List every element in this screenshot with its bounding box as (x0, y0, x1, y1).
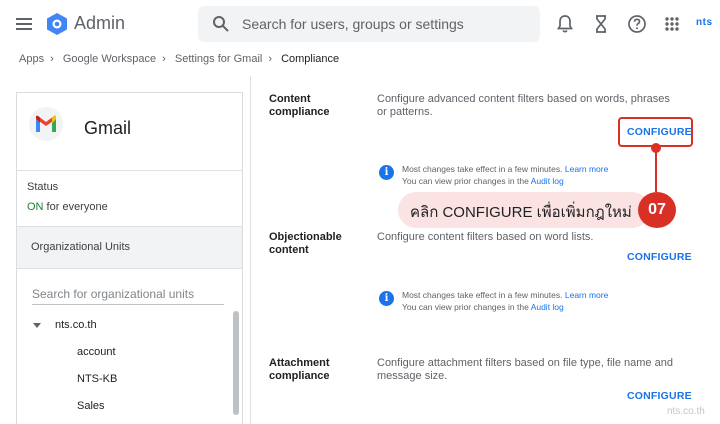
breadcrumb-item-workspace[interactable]: Google Workspace (63, 53, 156, 65)
configure-button-attachment-compliance[interactable]: CONFIGURE (627, 390, 692, 402)
step-number-badge: 07 (638, 192, 676, 228)
org-tree-root[interactable]: nts.co.th (55, 319, 97, 331)
info-message: Most changes take effect in a few minute… (402, 163, 608, 187)
org-units-header: Organizational Units (17, 226, 242, 269)
app-sidebar-card: Gmail Status ON for everyone Organizatio… (16, 92, 243, 424)
search-bar[interactable]: Search for users, groups or settings (198, 6, 540, 42)
configure-button-objectionable-content[interactable]: CONFIGURE (627, 251, 692, 263)
app-header: Gmail (17, 93, 242, 171)
learn-more-link[interactable]: Learn more (565, 164, 608, 174)
callout-text: คลิก CONFIGURE เพื่อเพิ่มกฎใหม่ (410, 204, 632, 221)
apps-grid-icon[interactable] (661, 13, 683, 35)
breadcrumb: Apps › Google Workspace › Settings for Gma… (19, 53, 339, 69)
section-title-content-compliance: Content compliance (269, 93, 330, 118)
chevron-right-icon: › (268, 53, 272, 66)
breadcrumb-item-gmail-settings[interactable]: Settings for Gmail (175, 53, 262, 65)
gmail-icon (36, 115, 56, 132)
info-text: Most changes take effect in a few minute… (402, 164, 565, 174)
status-scope: for everyone (43, 201, 108, 213)
info-text: You can view prior changes in the (402, 176, 531, 186)
callout-connector (655, 147, 657, 192)
notifications-bell-icon[interactable] (554, 13, 576, 35)
callout-bubble: คลิก CONFIGURE เพื่อเพิ่มกฎใหม่ (398, 192, 650, 228)
section-description: Configure content filters based on word … (377, 231, 594, 243)
admin-logo-icon (47, 13, 67, 35)
section-description: Configure advanced content filters based… (377, 93, 670, 118)
top-bar: Admin Search for users, groups or settin… (0, 0, 720, 48)
watermark: nts.co.th (667, 406, 705, 417)
info-text: Most changes take effect in a few minute… (402, 290, 565, 300)
tasks-hourglass-icon[interactable] (590, 13, 612, 35)
org-units-search-input[interactable]: Search for organizational units (32, 287, 224, 305)
audit-log-link[interactable]: Audit log (531, 302, 564, 312)
info-icon: i (379, 165, 394, 180)
info-message: Most changes take effect in a few minute… (402, 289, 608, 313)
org-tree-item[interactable]: Sales (77, 400, 105, 412)
search-icon (213, 16, 229, 32)
status-label: Status (27, 181, 59, 193)
section-title-attachment-compliance: Attachment compliance (269, 357, 330, 382)
main-menu-button[interactable] (13, 13, 35, 35)
section-title-objectionable-content: Objectionable content (269, 231, 342, 256)
org-units-title: Organizational Units (31, 241, 131, 253)
breadcrumb-item-apps[interactable]: Apps (19, 53, 44, 65)
chevron-right-icon: › (50, 53, 54, 66)
divider (250, 76, 251, 424)
search-input[interactable]: Search for users, groups or settings (242, 16, 464, 32)
brand-logo[interactable]: nts (696, 17, 713, 28)
callout-dot (651, 143, 661, 153)
org-tree-item[interactable]: NTS-KB (77, 373, 117, 385)
info-icon: i (379, 291, 394, 306)
learn-more-link[interactable]: Learn more (565, 290, 608, 300)
info-text: You can view prior changes in the (402, 302, 531, 312)
chevron-right-icon: › (162, 53, 166, 66)
audit-log-link[interactable]: Audit log (531, 176, 564, 186)
help-icon[interactable] (626, 13, 648, 35)
breadcrumb-item-compliance: Compliance (281, 53, 340, 66)
status-badge: ON (27, 201, 44, 213)
caret-down-icon[interactable] (33, 323, 41, 328)
gmail-logo (29, 107, 63, 141)
scrollbar[interactable] (233, 311, 239, 415)
status-value[interactable]: ON for everyone (27, 201, 108, 213)
section-description: Configure attachment filters based on fi… (377, 357, 673, 382)
app-title: Admin (74, 13, 126, 33)
org-tree-item[interactable]: account (77, 346, 116, 358)
app-name: Gmail (84, 118, 132, 138)
